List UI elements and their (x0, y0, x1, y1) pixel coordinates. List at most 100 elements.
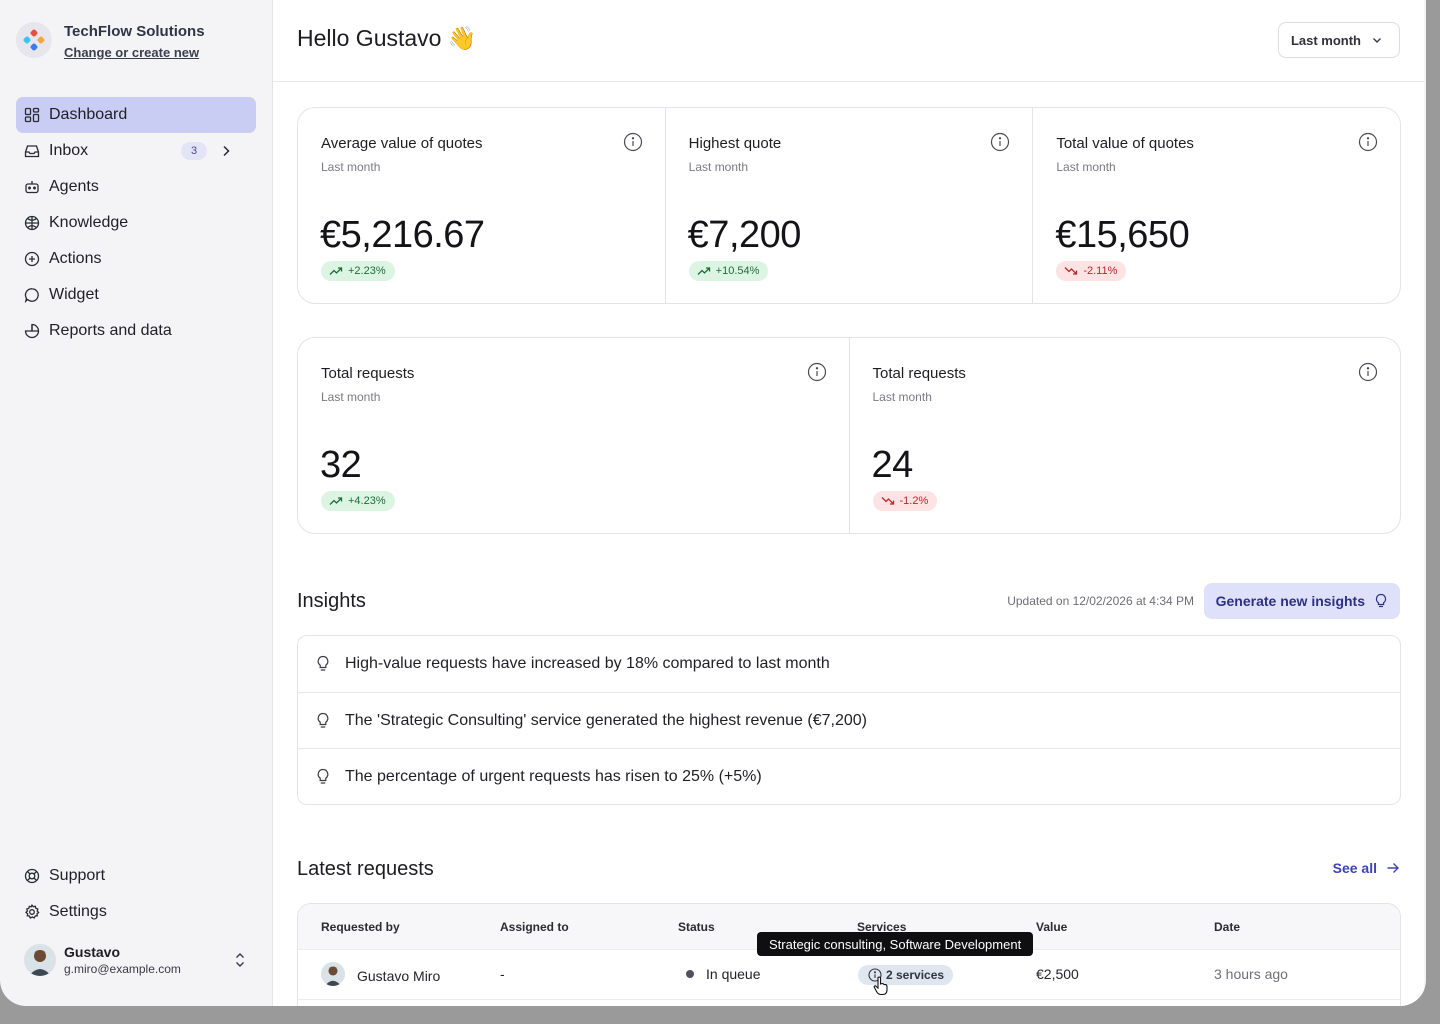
kpi-card-total-requests-2: Total requests Last month 24 -1.2% (848, 338, 1401, 533)
column-header[interactable]: Status (678, 920, 715, 934)
kpi-title: Total value of quotes (1056, 135, 1194, 152)
kpi-value: €15,650 (1055, 214, 1190, 256)
insights-list: High-value requests have increased by 18… (297, 635, 1401, 805)
sidebar-item-widget[interactable]: Widget (16, 277, 256, 313)
insight-item: The 'Strategic Consulting' service gener… (298, 692, 1400, 748)
kpi-title: Total requests (872, 365, 966, 382)
period-select-value: Last month (1290, 32, 1361, 48)
trend-up-icon (329, 267, 343, 275)
table-row[interactable]: Gustavo Miro - In queue 2 services €2,50… (298, 950, 1400, 1000)
value-cell: €2,500 (1036, 966, 1079, 982)
chevron-right-icon[interactable] (219, 144, 233, 158)
latest-requests-title: Latest requests (297, 858, 434, 880)
sidebar-item-label: Settings (49, 903, 107, 920)
user-email: g.miro@example.com (64, 962, 181, 976)
insight-item: The percentage of urgent requests has ri… (298, 748, 1400, 804)
trend-down-icon (1064, 267, 1078, 275)
trend-value: +10.54% (715, 265, 760, 277)
sidebar-item-inbox[interactable]: Inbox 3 (16, 133, 256, 169)
trend-badge-down: -1.2% (872, 491, 938, 511)
trend-badge-up: +10.54% (688, 261, 769, 281)
column-header[interactable]: Date (1214, 920, 1240, 934)
info-icon[interactable] (623, 132, 643, 152)
sidebar-item-reports[interactable]: Reports and data (16, 313, 256, 349)
requested-by-cell: Gustavo Miro (321, 962, 441, 986)
insights-title: Insights (297, 590, 366, 612)
knowledge-icon (24, 215, 40, 231)
kpi-card-total-requests: Total requests Last month 32 +4.23% (298, 338, 849, 533)
sidebar-item-settings[interactable]: Settings (16, 894, 256, 930)
sidebar-item-agents[interactable]: Agents (16, 169, 256, 205)
kpi-title: Total requests (321, 365, 415, 382)
sidebar-item-label: Reports and data (49, 322, 172, 339)
trend-badge-up: +2.23% (321, 261, 395, 281)
kpi-period: Last month (1056, 160, 1116, 174)
sidebar-item-label: Support (49, 867, 106, 884)
support-icon (24, 868, 40, 884)
sidebar-item-dashboard[interactable]: Dashboard (16, 97, 256, 133)
generate-insights-button[interactable]: Generate new insights (1203, 583, 1400, 619)
column-header[interactable]: Requested by (321, 920, 400, 934)
pie-chart-icon (24, 323, 40, 339)
trend-down-icon (881, 497, 894, 505)
dashboard-icon (24, 107, 40, 123)
trend-value: -2.11% (1083, 265, 1118, 277)
inbox-count-badge: 3 (181, 142, 207, 160)
sidebar-item-label: Inbox (49, 142, 89, 159)
kpi-card-total-quotes: Total value of quotes Last month €15,650… (1032, 108, 1400, 303)
requester-name: Gustavo Miro (357, 968, 441, 984)
column-header[interactable]: Assigned to (500, 920, 569, 934)
bottom-nav: Support Settings (16, 858, 256, 930)
org-logo-icon (16, 22, 52, 58)
generate-insights-label: Generate new insights (1215, 593, 1365, 609)
info-icon[interactable] (1358, 362, 1378, 382)
chat-bubble-icon (24, 288, 39, 303)
info-icon[interactable] (807, 362, 827, 382)
sidebar-item-knowledge[interactable]: Knowledge (16, 205, 256, 241)
trend-badge-down: -2.11% (1056, 261, 1127, 281)
info-icon[interactable] (1358, 132, 1378, 152)
user-profile[interactable]: Gustavo g.miro@example.com (24, 942, 248, 978)
services-count: 2 services (886, 968, 945, 982)
insights-updated-time: Updated on 12/02/2026 at 4:34 PM (1007, 594, 1194, 608)
page-title: Hello Gustavo 👋 (297, 25, 477, 52)
trend-up-icon (329, 497, 343, 505)
sidebar-item-label: Agents (49, 178, 99, 195)
lightbulb-icon (317, 712, 329, 728)
sidebar-item-actions[interactable]: Actions (16, 241, 256, 277)
kpi-card-average-quote: Average value of quotes Last month €5,21… (298, 108, 665, 303)
kpi-value: €5,216.67 (320, 214, 485, 256)
arrow-right-icon (1387, 863, 1399, 873)
greeting-text: Hello Gustavo (297, 25, 442, 51)
main-nav: Dashboard Inbox 3 Agents Knowledge Actio… (16, 97, 256, 349)
user-name: Gustavo (64, 944, 121, 960)
avatar (24, 944, 56, 976)
see-all-label: See all (1332, 860, 1377, 876)
chevron-up-down-icon[interactable] (232, 951, 248, 969)
period-select[interactable]: Last month (1277, 22, 1400, 58)
change-org-link[interactable]: Change or create new (64, 45, 205, 60)
services-tooltip: Strategic consulting, Software Developme… (757, 932, 1034, 956)
lightbulb-icon (317, 655, 329, 671)
kpi-card-highest-quote: Highest quote Last month €7,200 +10.54% (664, 108, 1033, 303)
kpi-period: Last month (872, 390, 932, 404)
insight-item: High-value requests have increased by 18… (298, 636, 1400, 692)
info-icon[interactable] (990, 132, 1010, 152)
main-content: Hello Gustavo 👋 Last month Average value… (272, 0, 1424, 1006)
insight-text: The 'Strategic Consulting' service gener… (345, 711, 867, 729)
sidebar-item-label: Actions (49, 250, 102, 267)
trend-value: +4.23% (348, 495, 386, 507)
hand-cursor-icon (873, 976, 888, 996)
kpi-row-requests: Total requests Last month 32 +4.23% Tota… (297, 337, 1401, 534)
kpi-value: €7,200 (687, 214, 802, 256)
app-window: TechFlow Solutions Change or create new … (0, 0, 1426, 1006)
wave-emoji: 👋 (447, 25, 477, 51)
trend-up-icon (697, 267, 710, 275)
insight-text: The percentage of urgent requests has ri… (345, 767, 762, 785)
see-all-link[interactable]: See all (1333, 860, 1400, 876)
sidebar-item-support[interactable]: Support (16, 858, 256, 894)
trend-value: -1.2% (899, 495, 929, 507)
kpi-period: Last month (321, 160, 381, 174)
column-header[interactable]: Value (1036, 920, 1067, 934)
kpi-period: Last month (688, 160, 749, 174)
